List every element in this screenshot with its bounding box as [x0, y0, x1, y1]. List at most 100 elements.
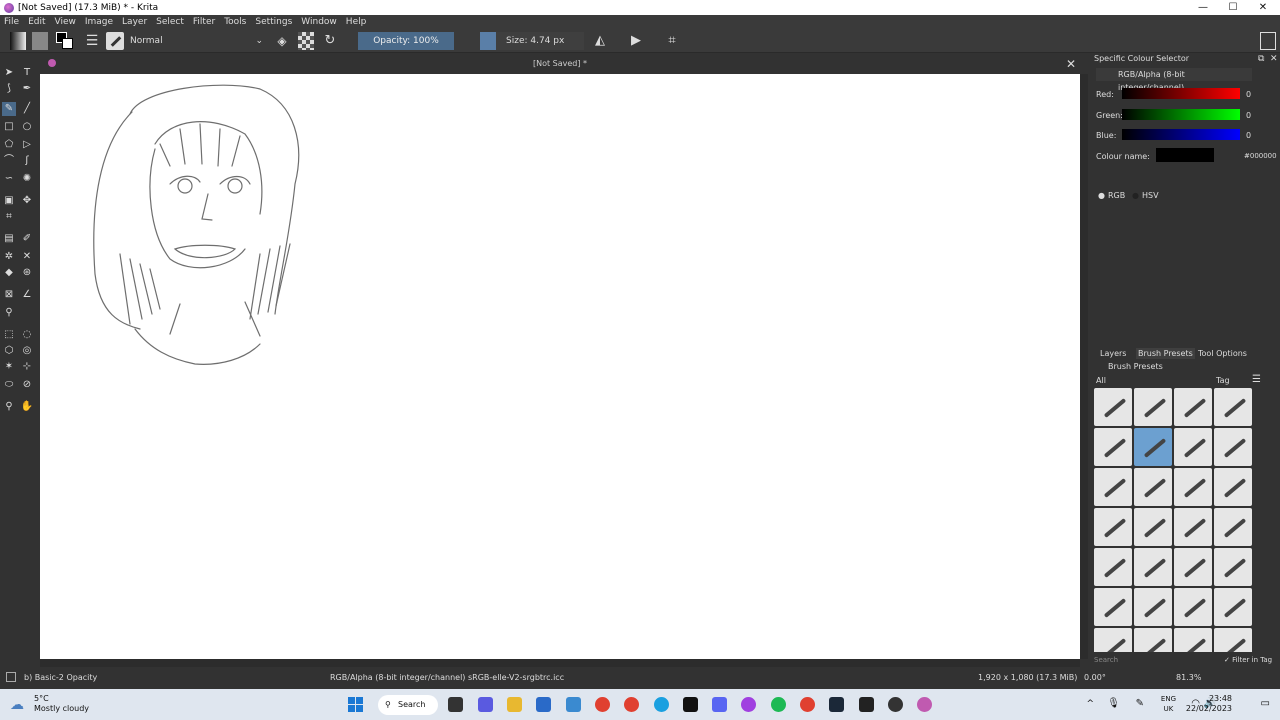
- status-rotation[interactable]: 0.00°: [1084, 673, 1106, 682]
- bezier-selection-icon[interactable]: ⬭: [2, 378, 16, 392]
- brush-preset[interactable]: [1094, 388, 1132, 426]
- similar-selection-icon[interactable]: ⊹: [20, 360, 34, 374]
- blue-slider[interactable]: [1122, 129, 1240, 140]
- colourize-mask-icon[interactable]: ✕: [20, 250, 34, 264]
- brush-preset[interactable]: [1174, 388, 1212, 426]
- pan-tool-icon[interactable]: ✋: [20, 400, 34, 414]
- brush-preset[interactable]: [1214, 468, 1252, 506]
- gradient-selector-icon[interactable]: [10, 32, 26, 50]
- size-slider[interactable]: Size: 4.74 px: [480, 32, 584, 50]
- rectangular-selection-icon[interactable]: ⬚: [2, 328, 16, 342]
- opacity-slider[interactable]: Opacity: 100%: [358, 32, 454, 50]
- maximize-button[interactable]: ☐: [1218, 0, 1248, 15]
- menu-view[interactable]: View: [55, 17, 76, 27]
- menu-help[interactable]: Help: [346, 17, 367, 27]
- brush-preset[interactable]: [1134, 388, 1172, 426]
- chrome-alt-icon[interactable]: [800, 697, 815, 712]
- pattern-selector-icon[interactable]: [32, 32, 48, 50]
- brush-preset[interactable]: [1214, 428, 1252, 466]
- brush-preset[interactable]: [1214, 508, 1252, 546]
- chat-icon[interactable]: [478, 697, 493, 712]
- edit-shapes-icon[interactable]: ⟆: [2, 82, 16, 96]
- filter-in-tag-checkbox[interactable]: ✓ Filter in Tag: [1224, 656, 1272, 664]
- polyline-tool-icon[interactable]: ▷: [20, 138, 34, 152]
- colour-picker-icon[interactable]: ✐: [20, 232, 34, 246]
- freehand-brush-icon[interactable]: ✎: [2, 102, 16, 116]
- menu-edit[interactable]: Edit: [28, 17, 45, 27]
- crop-tool-icon[interactable]: ⌗: [2, 210, 16, 224]
- menu-window[interactable]: Window: [301, 17, 337, 27]
- dynamic-brush-icon[interactable]: ∽: [2, 172, 16, 186]
- line-tool-icon[interactable]: ╱: [20, 102, 34, 116]
- brush-preset[interactable]: [1134, 468, 1172, 506]
- workspace-chooser-icon[interactable]: [1260, 32, 1276, 50]
- foreground-background-colour-icon[interactable]: [56, 32, 73, 50]
- menu-layer[interactable]: Layer: [122, 17, 147, 27]
- reference-images-icon[interactable]: ⚲: [2, 306, 16, 320]
- reload-preset-icon[interactable]: ↻: [322, 32, 338, 50]
- fill-tool-icon[interactable]: ◆: [2, 266, 16, 280]
- contiguous-selection-icon[interactable]: ✶: [2, 360, 16, 374]
- move-tool-icon[interactable]: ✥: [20, 194, 34, 208]
- tag-button[interactable]: Tag: [1216, 376, 1230, 385]
- polygonal-selection-icon[interactable]: ⬡: [2, 344, 16, 358]
- mirror-vertical-icon[interactable]: ▶: [628, 32, 644, 50]
- brush-preset[interactable]: [1214, 548, 1252, 586]
- epic-games-icon[interactable]: [859, 697, 874, 712]
- calligraphy-icon[interactable]: ✒: [20, 82, 34, 96]
- brush-preset[interactable]: [1094, 508, 1132, 546]
- brush-preset[interactable]: [1134, 628, 1172, 652]
- brush-preset[interactable]: [1214, 388, 1252, 426]
- brush-preset[interactable]: [1094, 468, 1132, 506]
- menu-select[interactable]: Select: [156, 17, 184, 27]
- select-shapes-icon[interactable]: ➤: [2, 66, 16, 80]
- vertical-scrollbar[interactable]: [1080, 74, 1088, 659]
- colour-space-select[interactable]: RGB/Alpha (8-bit integer/channel): [1096, 68, 1252, 92]
- rgb-radio-icon[interactable]: ●: [1098, 191, 1105, 200]
- brush-preset[interactable]: [1134, 508, 1172, 546]
- task-view-icon[interactable]: [448, 697, 463, 712]
- taskbar-search[interactable]: ⚲ Search: [378, 695, 438, 715]
- green-slider[interactable]: [1122, 109, 1240, 120]
- tiktok-icon[interactable]: [683, 697, 698, 712]
- weather-widget[interactable]: 5°C Mostly cloudy: [34, 694, 89, 714]
- red-slider[interactable]: [1122, 88, 1240, 99]
- green-value[interactable]: 0: [1246, 111, 1251, 120]
- file-explorer-icon[interactable]: [507, 697, 522, 712]
- gradient-tool-icon[interactable]: ▤: [2, 232, 16, 246]
- blending-mode-select[interactable]: Normal ⌄: [126, 32, 268, 50]
- drawing-canvas[interactable]: [40, 74, 1080, 659]
- menu-file[interactable]: File: [4, 17, 19, 27]
- close-docker-icon[interactable]: ✕: [1270, 54, 1278, 64]
- close-window-button[interactable]: ✕: [1248, 0, 1278, 15]
- language-indicator[interactable]: ENG UK: [1161, 694, 1176, 714]
- menu-image[interactable]: Image: [85, 17, 113, 27]
- minimize-button[interactable]: —: [1188, 0, 1218, 15]
- clock[interactable]: 23:48 22/02/2023: [1186, 694, 1232, 714]
- steam-icon[interactable]: [829, 697, 844, 712]
- zoom-tool-icon[interactable]: ⚲: [2, 400, 16, 414]
- horizontal-scrollbar[interactable]: [40, 659, 1080, 667]
- ellipse-tool-icon[interactable]: ○: [20, 120, 34, 134]
- status-zoom[interactable]: 81.3%: [1176, 673, 1201, 682]
- brush-preset-selected[interactable]: [1134, 428, 1172, 466]
- brush-preset[interactable]: [1174, 588, 1212, 626]
- bezier-curve-icon[interactable]: ⌒: [2, 154, 16, 168]
- crop-icon[interactable]: ⌗: [664, 32, 680, 50]
- brush-preset[interactable]: [1134, 588, 1172, 626]
- tab-tool-options[interactable]: Tool Options: [1198, 349, 1247, 358]
- brush-preset[interactable]: [1094, 588, 1132, 626]
- eraser-mode-icon[interactable]: ◈: [274, 32, 290, 50]
- menu-tools[interactable]: Tools: [224, 17, 246, 27]
- polygon-tool-icon[interactable]: ⬠: [2, 138, 16, 152]
- windows-start-icon[interactable]: [348, 697, 363, 712]
- document-tab[interactable]: [Not Saved] * ✕: [40, 54, 1080, 74]
- brush-preset[interactable]: [1094, 628, 1132, 652]
- messenger-icon[interactable]: [741, 697, 756, 712]
- brush-settings-icon[interactable]: ☰: [84, 32, 100, 50]
- brush-preset[interactable]: [1214, 628, 1252, 652]
- magnetic-selection-icon[interactable]: ⊘: [20, 378, 34, 392]
- brush-preset[interactable]: [1174, 548, 1212, 586]
- brush-preset[interactable]: [1134, 548, 1172, 586]
- app-icon[interactable]: [566, 697, 581, 712]
